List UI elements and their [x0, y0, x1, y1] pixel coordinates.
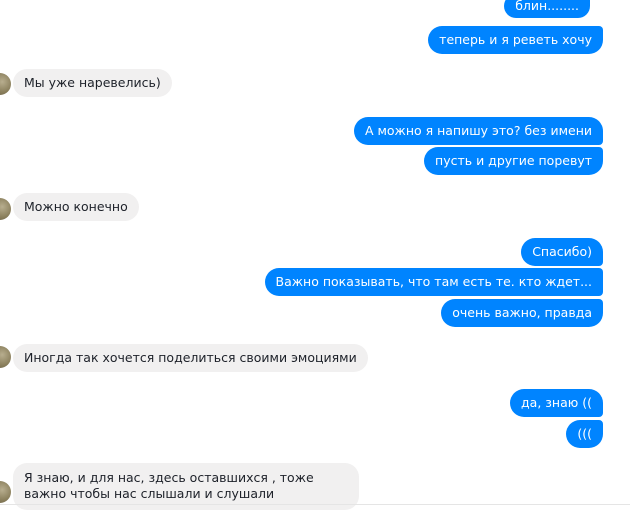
- incoming-message[interactable]: Можно конечно: [13, 193, 139, 221]
- message-text: теперь и я реветь хочу: [439, 32, 592, 47]
- outgoing-message[interactable]: А можно я напишу это? без имени: [353, 117, 603, 145]
- outgoing-message[interactable]: теперь и я реветь хочу: [428, 26, 603, 54]
- message-text: Спасибо): [532, 244, 592, 259]
- incoming-message[interactable]: Я знаю, и для нас, здесь оставшихся , то…: [13, 463, 359, 510]
- message-text: да, знаю ((: [521, 395, 592, 410]
- message-text: Я знаю, и для нас, здесь оставшихся , то…: [24, 470, 314, 501]
- divider: [0, 504, 630, 505]
- message-text: очень важно, правда: [452, 305, 592, 320]
- incoming-message[interactable]: Иногда так хочется поделиться своими эмо…: [13, 344, 368, 372]
- outgoing-message[interactable]: (((: [566, 420, 603, 448]
- outgoing-message[interactable]: Спасибо): [521, 238, 603, 266]
- contact-avatar[interactable]: [0, 198, 11, 220]
- message-text: (((: [577, 426, 592, 441]
- message-text: Важно показывать, что там есть те. кто ж…: [275, 274, 592, 289]
- message-text: Можно конечно: [24, 199, 128, 214]
- contact-avatar[interactable]: [0, 73, 11, 95]
- outgoing-message[interactable]: да, знаю ((: [510, 389, 603, 417]
- message-text: А можно я напишу это? без имени: [364, 123, 592, 138]
- outgoing-message[interactable]: очень важно, правда: [441, 299, 603, 327]
- outgoing-message[interactable]: пусть и другие поревут: [424, 147, 603, 175]
- contact-avatar[interactable]: [0, 346, 11, 368]
- message-text: пусть и другие поревут: [435, 153, 592, 168]
- message-text: Иногда так хочется поделиться своими эмо…: [24, 350, 357, 365]
- incoming-message[interactable]: Мы уже наревелись): [13, 69, 172, 97]
- contact-avatar[interactable]: [0, 481, 11, 503]
- outgoing-message[interactable]: блин........: [504, 0, 590, 18]
- message-text: Мы уже наревелись): [24, 75, 161, 90]
- chat-thread[interactable]: блин........ теперь и я реветь хочу Мы у…: [0, 0, 630, 510]
- outgoing-message[interactable]: Важно показывать, что там есть те. кто ж…: [264, 268, 603, 296]
- message-text: блин........: [515, 0, 579, 13]
